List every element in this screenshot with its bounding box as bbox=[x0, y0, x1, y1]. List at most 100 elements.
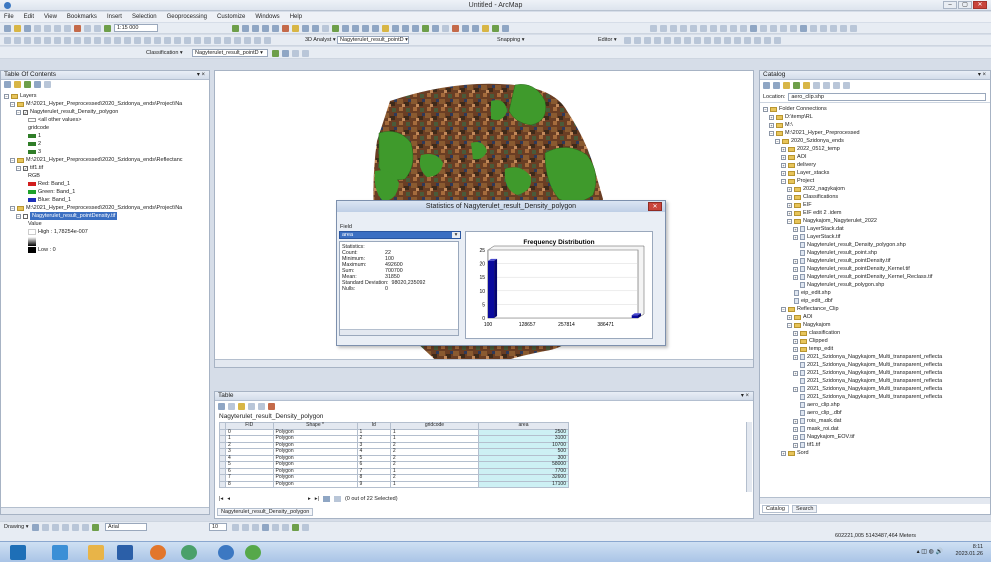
catalog-item[interactable]: − Nagykajom_Nagyterulet_2022 bbox=[763, 217, 987, 225]
catalog-item[interactable]: + Nagyterulet_result_pointDensity_Kernel_… bbox=[763, 273, 987, 281]
arccatalog-icon[interactable] bbox=[181, 545, 197, 560]
catalog-item[interactable]: − 2020_Szidonya_ends bbox=[763, 137, 987, 145]
expand-toggle[interactable]: + bbox=[781, 162, 786, 168]
maximize-button[interactable]: ▢ bbox=[958, 1, 972, 9]
catalog-item[interactable]: + LayerStack.tif bbox=[763, 233, 987, 241]
menu-help[interactable]: Help bbox=[290, 14, 302, 20]
catalog-item[interactable]: + Layer_stacks bbox=[763, 169, 987, 177]
catalog-item[interactable]: − Reflectance_Clip bbox=[763, 305, 987, 313]
toc-layers-node[interactable]: − Layers bbox=[4, 92, 206, 100]
catalog-item[interactable]: eip_edit_.dbf bbox=[763, 297, 987, 305]
statistics-scrollbar[interactable] bbox=[340, 329, 458, 335]
catalog-item[interactable]: +2021_Szidonya_Nagykajom_Multi_transpare… bbox=[763, 369, 987, 377]
tray-icons[interactable]: ▴ ◫ ◍ 🔊 bbox=[917, 548, 943, 555]
show-selected-records-icon[interactable] bbox=[333, 496, 341, 502]
catalog-item[interactable]: + mask_roi.dat bbox=[763, 425, 987, 433]
font-size-select[interactable]: 10 bbox=[209, 523, 227, 531]
editor-menu[interactable]: Editor ▾ bbox=[598, 37, 617, 43]
expand-toggle[interactable]: + bbox=[769, 114, 774, 120]
catalog-item[interactable]: aero_clip_.dbf bbox=[763, 409, 987, 417]
editor-tools[interactable] bbox=[624, 37, 781, 44]
drawing-menu[interactable]: Drawing ▾ bbox=[4, 524, 28, 530]
catalog-item[interactable]: +2021_Szidonya_Nagykajom_Multi_transpare… bbox=[763, 353, 987, 361]
expand-toggle[interactable]: + bbox=[793, 370, 798, 376]
expand-toggle[interactable]: + bbox=[793, 426, 798, 432]
ie-icon[interactable] bbox=[52, 545, 68, 560]
expand-toggle[interactable]: + bbox=[793, 266, 798, 272]
tab-search[interactable]: Search bbox=[791, 505, 818, 513]
catalog-item[interactable]: + LayerStack.dat bbox=[763, 225, 987, 233]
menu-edit[interactable]: Edit bbox=[24, 14, 34, 20]
catalog-item[interactable]: + Nagykajom_EOV.tif bbox=[763, 433, 987, 441]
font-select[interactable]: Arial bbox=[105, 523, 147, 531]
expand-toggle[interactable]: + bbox=[793, 434, 798, 440]
classification-layer-combo[interactable]: Nagyterulet_result_pointD ▾ bbox=[192, 49, 268, 57]
catalog-item[interactable]: − Project bbox=[763, 177, 987, 185]
editing-tools[interactable] bbox=[4, 37, 271, 44]
layer-visibility-checkbox[interactable]: ✓ bbox=[23, 109, 28, 115]
toc-view-buttons[interactable] bbox=[4, 81, 212, 91]
menu-geoprocessing[interactable]: Geoprocessing bbox=[167, 14, 207, 20]
expand-toggle[interactable]: − bbox=[787, 218, 792, 224]
catalog-toolbar[interactable] bbox=[763, 82, 991, 92]
catalog-item[interactable]: + tif1.tif bbox=[763, 441, 987, 449]
tools-toolbar[interactable] bbox=[232, 25, 509, 32]
catalog-item[interactable]: 2021_Szidonya_Nagykajom_Multi_transparen… bbox=[763, 393, 987, 401]
expand-toggle[interactable]: + bbox=[793, 386, 798, 392]
expand-toggle[interactable]: + bbox=[793, 418, 798, 424]
catalog-item[interactable]: +2021_Szidonya_Nagykajom_Multi_transpare… bbox=[763, 385, 987, 393]
arcglobe-icon[interactable] bbox=[245, 545, 261, 560]
classification-tools[interactable] bbox=[272, 50, 309, 57]
table-toolbar[interactable] bbox=[218, 403, 756, 412]
chevron-down-icon[interactable]: ▾ bbox=[452, 232, 460, 238]
menu-selection[interactable]: Selection bbox=[132, 14, 157, 20]
3d-analyst-menu[interactable]: 3D Analyst ▾ bbox=[305, 37, 336, 43]
catalog-item[interactable]: + Sord bbox=[763, 449, 987, 457]
catalog-item[interactable]: + classification bbox=[763, 329, 987, 337]
extra-toolbar[interactable] bbox=[650, 25, 857, 32]
map-scrollbar[interactable] bbox=[215, 359, 753, 367]
table-scrollbar[interactable] bbox=[746, 422, 752, 492]
expand-toggle[interactable]: − bbox=[781, 178, 786, 184]
catalog-item[interactable]: Nagyterulet_result_point.shp bbox=[763, 249, 987, 257]
table-footer-tab[interactable]: Nagyterulet_result_Density_polygon bbox=[217, 508, 314, 516]
menu-windows[interactable]: Windows bbox=[255, 14, 279, 20]
file-explorer-icon[interactable] bbox=[88, 545, 104, 560]
catalog-item[interactable]: + Clipped bbox=[763, 337, 987, 345]
expand-toggle[interactable]: + bbox=[787, 202, 792, 208]
firefox-icon[interactable] bbox=[150, 545, 166, 560]
catalog-item[interactable]: + D:\temp\RL bbox=[763, 113, 987, 121]
drawing-tools[interactable] bbox=[32, 524, 99, 531]
catalog-item[interactable]: + rois_mask.dat bbox=[763, 417, 987, 425]
expand-toggle[interactable]: + bbox=[781, 154, 786, 160]
catalog-item[interactable]: 2021_Szidonya_Nagykajom_Multi_transparen… bbox=[763, 377, 987, 385]
toc-group-1[interactable]: − M:\2021_Hyper_Preprocessed\2020_Szidony… bbox=[4, 100, 206, 108]
catalog-scrollbar[interactable] bbox=[760, 497, 990, 504]
menu-bookmarks[interactable]: Bookmarks bbox=[67, 14, 97, 20]
toc-group-2[interactable]: − M:\2021_Hyper_Preprocessed\2020_Szidony… bbox=[4, 156, 206, 164]
menu-view[interactable]: View bbox=[44, 14, 57, 20]
expand-toggle[interactable]: − bbox=[775, 138, 780, 144]
catalog-item[interactable]: + Classifications bbox=[763, 193, 987, 201]
expand-toggle[interactable]: + bbox=[793, 338, 798, 344]
analyst-layer-combo[interactable]: Nagyterulet_result_pointD ▾ bbox=[337, 36, 409, 44]
catalog-item[interactable]: + Nagyterulet_result_pointDensity.tif bbox=[763, 257, 987, 265]
catalog-item[interactable]: Nagyterulet_result_polygon.shp bbox=[763, 281, 987, 289]
catalog-item[interactable]: Nagyterulet_result_Density_polygon.shp bbox=[763, 241, 987, 249]
catalog-item[interactable]: + EIF edit 2 .idem bbox=[763, 209, 987, 217]
tab-catalog[interactable]: Catalog bbox=[762, 505, 789, 513]
toc-layer-point-density[interactable]: − Nagyterulet_result_pointDensity.tif bbox=[4, 212, 206, 220]
catalog-tree[interactable]: − Folder Connections + D:\temp\RL + M:\ − M:\20… bbox=[760, 102, 990, 497]
catalog-item[interactable]: + AOI bbox=[763, 153, 987, 161]
expand-toggle[interactable]: + bbox=[793, 346, 798, 352]
table-row[interactable]: 8 Polygon 9 1 17100 bbox=[219, 480, 569, 488]
toc-group-3[interactable]: − M:\2021_Hyper_Preprocessed\2020_Szidony… bbox=[4, 204, 206, 212]
expand-toggle[interactable]: + bbox=[793, 258, 798, 264]
expand-toggle[interactable]: + bbox=[793, 274, 798, 280]
dialog-close-button[interactable]: ✕ bbox=[648, 202, 662, 211]
classification-menu[interactable]: Classification ▾ bbox=[146, 50, 183, 56]
expand-toggle[interactable]: + bbox=[781, 170, 786, 176]
catalog-item[interactable]: + EIF bbox=[763, 201, 987, 209]
menu-insert[interactable]: Insert bbox=[107, 14, 122, 20]
expand-toggle[interactable]: + bbox=[793, 354, 798, 360]
